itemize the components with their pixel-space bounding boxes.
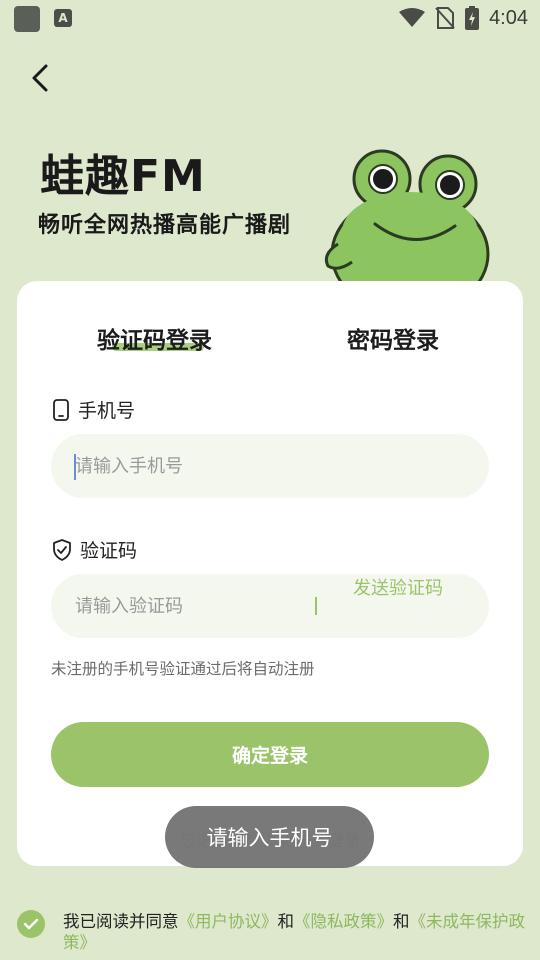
back-button[interactable] bbox=[26, 58, 60, 98]
back-arrow-icon bbox=[32, 64, 48, 92]
agreement-prefix: 我已阅读并同意 bbox=[63, 912, 179, 931]
code-input[interactable] bbox=[75, 574, 315, 638]
send-code-divider bbox=[315, 597, 317, 615]
code-label: 验证码 bbox=[80, 540, 138, 562]
code-label-row: 验证码 bbox=[52, 536, 137, 563]
phone-icon bbox=[53, 398, 69, 421]
confirm-login-button[interactable]: 确定登录 bbox=[51, 722, 489, 787]
status-bar: A 4:04 bbox=[0, 0, 540, 36]
agreement-and-1: 和 bbox=[277, 912, 295, 931]
frog-mascot bbox=[324, 149, 490, 294]
code-field: 发送验证码 bbox=[51, 574, 489, 638]
status-time: 4:04 bbox=[489, 6, 528, 29]
tab-password-login[interactable]: 密码登录 bbox=[347, 321, 439, 355]
agreement-text: 我已阅读并同意《用户协议》和《隐私政策》和《未成年保护政策》 bbox=[63, 911, 527, 953]
phone-input[interactable] bbox=[75, 434, 315, 498]
app-title: 蛙趣FM bbox=[40, 151, 206, 202]
register-hint: 未注册的手机号验证通过后将自动注册 bbox=[51, 660, 315, 678]
phone-field bbox=[51, 434, 489, 498]
check-icon bbox=[23, 918, 39, 930]
a-notification-icon: A bbox=[54, 9, 72, 27]
login-card: 验证码登录 密码登录 手机号 验证码 发送验证码 未注册的手机号验证通过后将自动… bbox=[17, 281, 523, 866]
wifi-icon bbox=[399, 8, 426, 27]
app-slogan: 畅听全网热播高能广播剧 bbox=[38, 213, 292, 238]
no-sim-icon bbox=[435, 7, 455, 29]
battery-charging-icon bbox=[465, 6, 480, 30]
tab-code-login[interactable]: 验证码登录 bbox=[97, 321, 212, 355]
phone-label: 手机号 bbox=[78, 400, 136, 422]
agreement-and-2: 和 bbox=[393, 912, 410, 931]
status-icons: 4:04 bbox=[399, 4, 528, 32]
privacy-policy-link[interactable]: 《隐私政策》 bbox=[294, 912, 393, 931]
app-notification-icon bbox=[14, 6, 40, 32]
phone-label-row: 手机号 bbox=[52, 396, 135, 423]
shield-check-icon bbox=[53, 538, 71, 561]
text-caret bbox=[74, 454, 76, 480]
send-code-button[interactable]: 发送验证码 bbox=[353, 574, 443, 638]
user-agreement-link[interactable]: 《用户协议》 bbox=[179, 912, 278, 931]
toast-message: 请输入手机号 bbox=[165, 806, 374, 868]
agreement-checkbox[interactable] bbox=[17, 910, 45, 938]
